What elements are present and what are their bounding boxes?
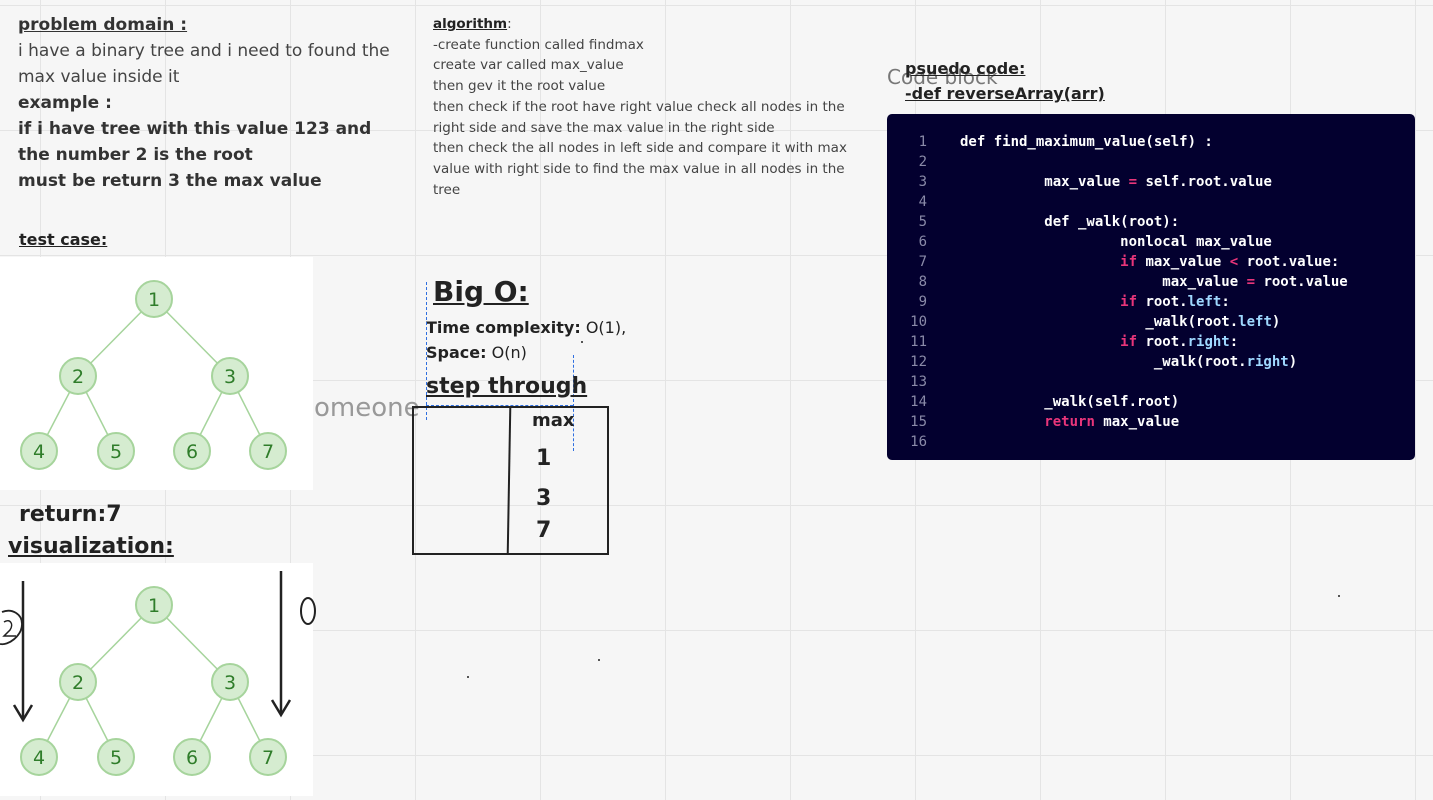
space-value: O(n) xyxy=(491,343,527,362)
tree-node-label: 6 xyxy=(186,441,198,463)
handwritten-mark-0 xyxy=(300,597,316,625)
line-number: 13 xyxy=(910,374,927,390)
code-line: _walk(root.left) xyxy=(960,314,1281,330)
stray-dot xyxy=(581,341,583,343)
code-line: max_value = root.value xyxy=(960,274,1348,290)
code-line: if root.left: xyxy=(1120,294,1230,310)
line-number: 14 xyxy=(910,394,927,410)
tree-node-label: 1 xyxy=(148,289,160,311)
collaborator-cursor-label: omeone xyxy=(314,393,420,423)
code-line: if max_value < root.value: xyxy=(1120,254,1340,270)
time-complexity-value: O(1), xyxy=(585,318,627,337)
algorithm-line-5: then check the all nodes in left side an… xyxy=(433,140,847,198)
example-label: example : xyxy=(18,93,112,113)
line-number: 7 xyxy=(918,254,927,270)
code-line: if root.right: xyxy=(1120,334,1239,350)
line-number: 1 xyxy=(918,134,927,150)
tree-node-label: 7 xyxy=(262,747,274,769)
line-number: 10 xyxy=(910,314,927,330)
stray-dot xyxy=(467,676,469,678)
line-number: 16 xyxy=(910,434,927,450)
tree-node-label: 4 xyxy=(33,441,45,463)
tree-node-label: 5 xyxy=(110,441,122,463)
tree-node-label: 6 xyxy=(186,747,198,769)
tree-node-label: 2 xyxy=(72,672,84,694)
line-number: 8 xyxy=(918,274,927,290)
pseudo-code-subtitle: -def reverseArray(arr) xyxy=(905,84,1105,103)
problem-text: i have a binary tree and i need to found… xyxy=(18,41,390,87)
tree-node-label: 1 xyxy=(148,595,160,617)
example-line-2: must be return 3 the max value xyxy=(18,171,322,191)
tree-node-label: 3 xyxy=(224,672,236,694)
test-case-title[interactable]: test case: xyxy=(19,230,107,249)
algorithm-line-1: -create function called findmax xyxy=(433,36,644,53)
stray-dot xyxy=(1338,595,1340,597)
pseudo-code-note[interactable]: psuedo code: -def reverseArray(arr) xyxy=(905,56,1105,106)
algorithm-line-3: then gev it the root value xyxy=(433,78,606,95)
visualization-tree-image[interactable]: 1 2 3 4 5 6 7 xyxy=(0,563,313,796)
max-value-cell: 7 xyxy=(536,518,552,543)
line-number: 11 xyxy=(910,334,927,350)
tree-node-label: 2 xyxy=(72,366,84,388)
step-through-title[interactable]: step through xyxy=(426,374,587,399)
pseudo-code-title: psuedo code: xyxy=(905,59,1026,78)
step-through-table[interactable]: max 1 3 7 xyxy=(412,406,609,555)
code-line: max_value = self.root.value xyxy=(960,174,1272,190)
line-number: 4 xyxy=(918,194,927,210)
algorithm-line-2: create var called max_value xyxy=(433,57,624,74)
time-complexity-label: Time complexity: xyxy=(426,318,581,337)
max-column-header: max xyxy=(532,410,575,431)
tree-node-label: 5 xyxy=(110,747,122,769)
handwritten-mark-2 xyxy=(0,609,23,646)
code-line: nonlocal max_value xyxy=(960,234,1272,250)
algorithm-line-4: then check if the root have right value … xyxy=(433,98,845,136)
line-number: 9 xyxy=(918,294,927,310)
line-number: 6 xyxy=(918,234,927,250)
problem-domain-note[interactable]: problem domain : i have a binary tree an… xyxy=(18,12,408,194)
algorithm-title: algorithm xyxy=(433,16,508,32)
line-number: 2 xyxy=(918,154,927,170)
code-line: _walk(self.root) xyxy=(960,394,1180,410)
code-block[interactable]: 1 2 3 4 5 6 7 8 9 10 11 12 13 14 15 16 d… xyxy=(887,114,1415,460)
algorithm-note[interactable]: algorithm: -create function called findm… xyxy=(433,14,853,200)
tree-node-label: 3 xyxy=(224,366,236,388)
selection-guide-left xyxy=(426,282,427,420)
table-divider xyxy=(506,407,512,555)
example-line-1: if i have tree with this value 123 and t… xyxy=(18,119,372,165)
tree-node-label: 4 xyxy=(33,747,45,769)
max-value-cell: 3 xyxy=(536,486,552,511)
test-case-tree-image[interactable]: 1 2 3 4 5 6 7 xyxy=(0,257,313,490)
visualization-title[interactable]: visualization: xyxy=(8,534,174,559)
tree-node-label: 7 xyxy=(262,441,274,463)
problem-domain-title: problem domain : xyxy=(18,15,188,35)
space-label: Space: xyxy=(426,343,487,362)
code-line: def _walk(root): xyxy=(960,214,1180,230)
code-line: _walk(root.right) xyxy=(960,354,1298,370)
big-o-note[interactable]: Time complexity: O(1), Space: O(n) xyxy=(426,315,626,365)
return-value-note[interactable]: return:7 xyxy=(19,502,122,527)
line-number: 5 xyxy=(918,214,927,230)
max-value-cell: 1 xyxy=(536,446,552,471)
line-number: 15 xyxy=(910,414,927,430)
line-number: 3 xyxy=(918,174,927,190)
code-line: return max_value xyxy=(1044,414,1180,430)
big-o-title[interactable]: Big O: xyxy=(433,275,529,308)
code-line: def find_maximum_value(self) : xyxy=(960,134,1213,150)
line-number: 12 xyxy=(910,354,927,370)
stray-dot xyxy=(598,659,600,661)
